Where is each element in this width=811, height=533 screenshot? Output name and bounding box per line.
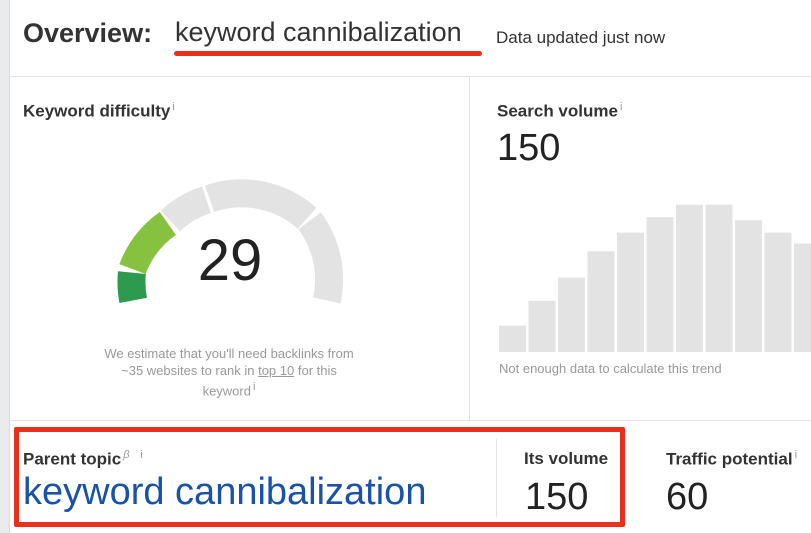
gauge-track-segment-2 bbox=[205, 179, 317, 230]
overview-header: Overview: keyword cannibalization Data u… bbox=[10, 0, 811, 77]
trend-bar bbox=[764, 232, 792, 352]
gauge-track-segment-1 bbox=[160, 186, 212, 232]
data-updated-status: Data updated just now bbox=[496, 28, 666, 47]
trend-bar bbox=[705, 204, 733, 352]
search-volume-value: 150 bbox=[497, 127, 561, 169]
parent-topic-divider bbox=[496, 439, 497, 517]
parent-topic-link[interactable]: keyword cannibalization bbox=[23, 471, 426, 514]
keyword-difficulty-note: We estimate that you'll need backlinks f… bbox=[98, 345, 360, 399]
parent-topic-info-icon[interactable]: i bbox=[140, 449, 142, 461]
kd-note-info-icon[interactable]: i bbox=[253, 381, 255, 393]
keyword-difficulty-panel: Keyword difficulty i 29 We estimate that … bbox=[10, 77, 470, 420]
keyword-difficulty-value: 29 bbox=[197, 228, 263, 293]
search-volume-title-text: Search volume bbox=[497, 101, 618, 121]
gauge-filled-dark-segment bbox=[117, 271, 148, 304]
keyword-difficulty-info-icon[interactable]: i bbox=[172, 101, 174, 113]
traffic-potential-title: Traffic potential i bbox=[666, 449, 797, 470]
trend-bar bbox=[558, 277, 585, 352]
trend-bar bbox=[646, 217, 674, 352]
keyword-difficulty-title-text: Keyword difficulty bbox=[23, 101, 171, 121]
traffic-potential-value: 60 bbox=[666, 476, 709, 518]
its-volume-value: 150 bbox=[525, 476, 589, 518]
search-volume-info-icon[interactable]: i bbox=[620, 101, 622, 113]
parent-topic-title-text: Parent topic bbox=[23, 449, 122, 469]
trend-bar bbox=[735, 220, 762, 352]
overview-label: Overview: bbox=[23, 18, 153, 48]
trend-bar bbox=[528, 300, 556, 352]
trend-bar bbox=[587, 251, 615, 352]
its-volume-title: Its volume bbox=[524, 449, 609, 468]
gauge-filled-light-segment bbox=[119, 211, 177, 275]
gauge-track-segment-3 bbox=[298, 212, 344, 304]
parent-topic-title: Parent topic β i bbox=[23, 449, 143, 470]
overview-keyword: keyword cannibalization bbox=[175, 17, 462, 47]
keyword-underline-annotation bbox=[174, 51, 482, 56]
trend-bar bbox=[617, 232, 644, 352]
search-volume-panel: Search volume i 150 Not enough data to ca… bbox=[470, 77, 811, 420]
beta-badge: β bbox=[123, 449, 130, 461]
trend-bar bbox=[499, 325, 526, 352]
traffic-potential-info-icon[interactable]: i bbox=[795, 449, 797, 461]
top-10-link[interactable]: top 10 bbox=[258, 363, 294, 378]
search-volume-title: Search volume i bbox=[497, 101, 622, 122]
overview-frame: Overview: keyword cannibalization Data u… bbox=[9, 0, 811, 533]
trend-bar bbox=[676, 204, 703, 352]
metrics-bottom-row: Parent topic β i keyword cannibalization … bbox=[10, 420, 811, 533]
trend-bar bbox=[794, 243, 811, 352]
traffic-potential-title-text: Traffic potential bbox=[666, 449, 793, 469]
search-volume-trend-chart bbox=[499, 204, 811, 352]
keyword-difficulty-title: Keyword difficulty i bbox=[23, 101, 175, 122]
search-volume-trend-note: Not enough data to calculate this trend bbox=[499, 361, 722, 376]
